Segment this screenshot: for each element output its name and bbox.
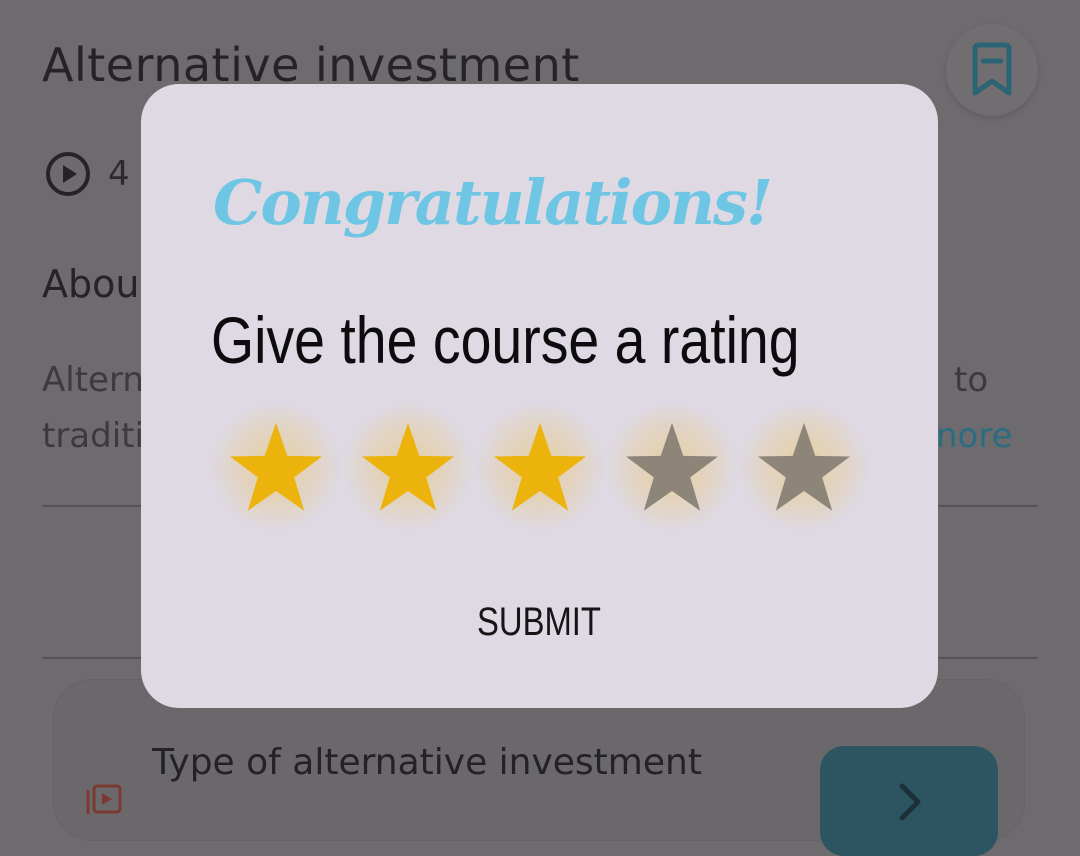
read-more-link[interactable]: nore <box>936 408 1013 464</box>
rating-dialog: Congratulations! Give the course a ratin… <box>141 84 938 708</box>
star-icon <box>758 422 850 511</box>
about-heading: Abou <box>42 262 140 306</box>
congratulations-heading: Congratulations! <box>213 166 773 239</box>
star-4[interactable] <box>607 402 737 532</box>
star-1[interactable] <box>211 402 341 532</box>
about-line-2-start: traditi <box>42 416 144 456</box>
star-icon <box>362 422 454 511</box>
submit-button[interactable]: SUBMIT <box>473 592 604 652</box>
lesson-count-row: 4 <box>44 150 130 198</box>
star-icon <box>494 422 586 511</box>
lesson-title: Type of alternative investment <box>152 742 702 783</box>
star-2[interactable] <box>343 402 473 532</box>
star-icon <box>230 422 322 511</box>
about-line-1-start: Altern <box>42 360 144 400</box>
star-5[interactable] <box>739 402 869 532</box>
bookmark-button[interactable] <box>946 24 1038 116</box>
play-circle-icon <box>46 152 90 196</box>
bookmark-icon <box>972 42 1012 96</box>
rating-prompt: Give the course a rating <box>211 303 800 377</box>
chevron-right-icon <box>899 783 921 821</box>
video-lesson-icon <box>86 784 122 814</box>
star-3[interactable] <box>475 402 605 532</box>
about-line-1-end: to <box>954 360 989 400</box>
lesson-count: 4 <box>108 154 130 194</box>
star-icon <box>626 422 718 511</box>
lesson-next-button[interactable] <box>820 746 998 856</box>
